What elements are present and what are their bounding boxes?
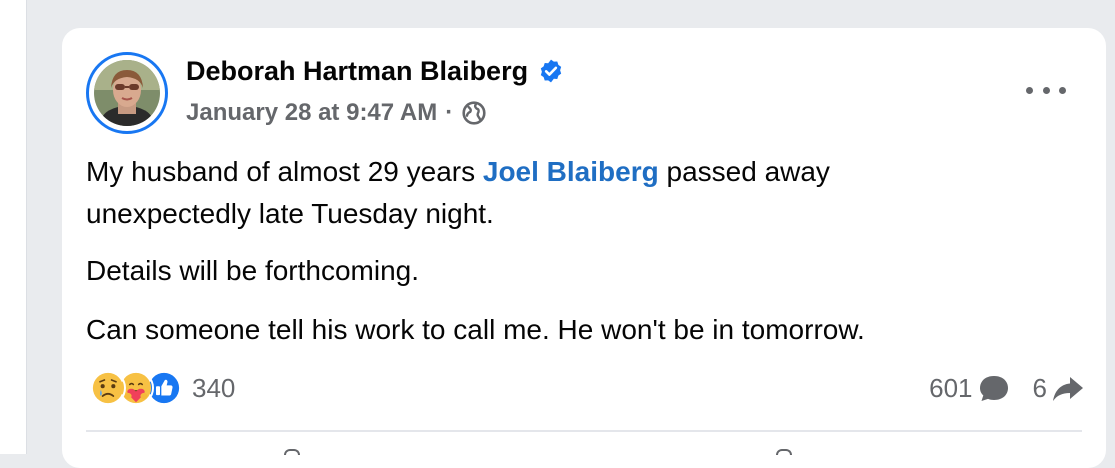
comment-count-stat[interactable]: 601 bbox=[929, 372, 1010, 404]
post-timestamp[interactable]: January 28 at 9:47 AM bbox=[186, 99, 437, 127]
share-icon bbox=[1053, 377, 1083, 401]
reaction-count: 340 bbox=[192, 372, 236, 403]
avatar[interactable] bbox=[86, 52, 168, 134]
author-name[interactable]: Deborah Hartman Blaiberg bbox=[186, 56, 528, 87]
engagement-stats: 601 6 bbox=[929, 369, 1085, 407]
sad-reaction-icon bbox=[90, 370, 126, 406]
post-paragraph-1: My husband of almost 29 years Joel Blaib… bbox=[86, 151, 1046, 235]
share-count: 6 bbox=[1032, 372, 1047, 403]
more-options-icon[interactable] bbox=[1026, 80, 1066, 100]
post-paragraph-3: Can someone tell his work to call me. He… bbox=[86, 309, 1046, 351]
post-text: My husband of almost 29 years bbox=[86, 156, 483, 187]
mention-link[interactable]: Joel Blaiberg bbox=[483, 156, 659, 187]
left-panel-edge bbox=[0, 0, 27, 454]
author-row: Deborah Hartman Blaiberg bbox=[186, 53, 564, 89]
post-paragraph-2: Details will be forthcoming. bbox=[86, 250, 1046, 292]
more-dot bbox=[1026, 86, 1033, 94]
reactions-summary[interactable]: 340 bbox=[90, 369, 235, 407]
post-meta: January 28 at 9:47 AM · bbox=[186, 97, 487, 129]
post-text: unexpectedly late Tuesday night. bbox=[86, 198, 494, 229]
more-dot bbox=[1059, 86, 1066, 94]
share-count-stat[interactable]: 6 bbox=[1033, 372, 1085, 404]
share-action-icon[interactable] bbox=[776, 449, 792, 455]
more-dot bbox=[1042, 86, 1050, 94]
meta-separator: · bbox=[445, 99, 454, 126]
comment-count: 601 bbox=[929, 372, 973, 403]
verified-badge-icon bbox=[540, 59, 562, 83]
post-text: Details will be forthcoming. bbox=[86, 255, 420, 286]
post-text: passed away bbox=[658, 156, 830, 187]
like-action-icon[interactable] bbox=[284, 449, 300, 455]
post-text: Can someone tell his work to call me. He… bbox=[86, 314, 865, 345]
action-bar-divider bbox=[86, 430, 1082, 432]
avatar-photo bbox=[94, 60, 160, 126]
comment-icon bbox=[979, 376, 1008, 401]
globe-icon[interactable] bbox=[461, 100, 487, 126]
